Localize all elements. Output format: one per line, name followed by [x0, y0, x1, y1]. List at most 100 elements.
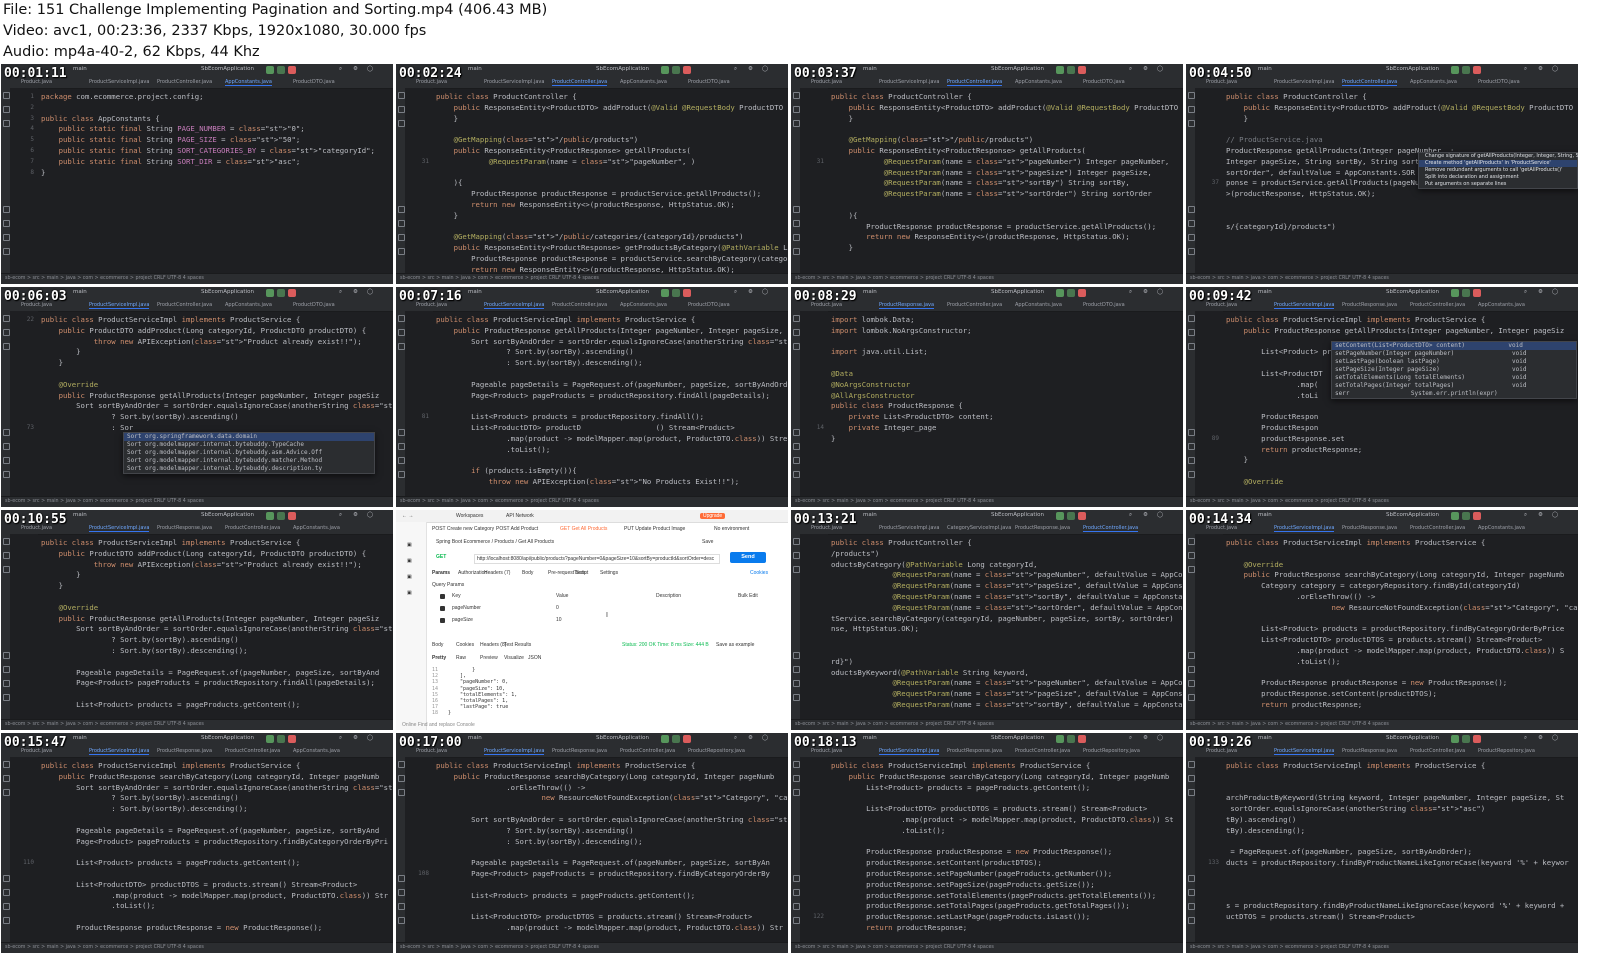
request-tab[interactable]: PUT Update Product Image: [624, 526, 685, 532]
settings-icon[interactable]: ⚙: [748, 289, 753, 295]
tool-window-icon[interactable]: [793, 666, 800, 673]
response-tab[interactable]: Body: [432, 642, 443, 648]
tool-window-icon[interactable]: [793, 775, 800, 782]
editor-tab[interactable]: ProductDTO.java: [293, 302, 335, 308]
account-icon[interactable]: ◯: [367, 512, 373, 518]
tool-window-icon[interactable]: [793, 552, 800, 559]
request-option-tab[interactable]: Tests: [574, 570, 586, 576]
editor-tab[interactable]: ProductServiceImpl.java: [89, 79, 149, 85]
editor-tab[interactable]: CategoryServiceImpl.java: [947, 525, 1011, 531]
tool-window-icon[interactable]: [1188, 538, 1195, 545]
account-icon[interactable]: ◯: [367, 735, 373, 741]
popup-item[interactable]: setLastPage(boolean lastPage) void: [1332, 358, 1576, 366]
popup-item[interactable]: Create method 'getAllProducts' in 'Produ…: [1419, 160, 1577, 167]
editor-tab[interactable]: ProductController.java: [620, 748, 675, 754]
sidebar-icon[interactable]: ▣: [407, 542, 412, 548]
completion-popup[interactable]: setContent(List<ProductDTO> content) voi…: [1331, 341, 1577, 399]
branch-name[interactable]: main: [468, 735, 482, 741]
editor-tab[interactable]: ProductServiceImpl.java: [89, 525, 150, 532]
run-icon[interactable]: [661, 735, 669, 743]
tool-window-icon[interactable]: [1188, 206, 1195, 213]
project-name[interactable]: SbEcomApplication: [201, 735, 254, 741]
tool-window-icon[interactable]: [793, 875, 800, 882]
project-name[interactable]: SbEcomApplication: [1386, 735, 1439, 741]
run-icon[interactable]: [1451, 512, 1459, 520]
tool-window-icon[interactable]: [3, 652, 10, 659]
tool-window-icon[interactable]: [1188, 329, 1195, 336]
editor-tab[interactable]: ProductServiceImpl.java: [879, 525, 939, 531]
project-name[interactable]: SbEcomApplication: [1386, 289, 1439, 295]
tool-window-icon[interactable]: [3, 120, 10, 127]
tool-window-icon[interactable]: [793, 917, 800, 924]
editor-tab[interactable]: ProductRepository.java: [688, 748, 745, 754]
editor-tab[interactable]: AppConstants.java: [620, 302, 667, 308]
editor-tab[interactable]: ProductController.java: [225, 525, 280, 531]
tool-window-icon[interactable]: [793, 92, 800, 99]
settings-icon[interactable]: ⚙: [353, 66, 358, 72]
editor-tab[interactable]: ProductServiceImpl.java: [879, 79, 939, 85]
stop-icon[interactable]: [1473, 66, 1481, 74]
project-name[interactable]: SbEcomApplication: [596, 735, 649, 741]
tool-window-icon[interactable]: [398, 889, 405, 896]
tool-window-icon[interactable]: [3, 471, 10, 478]
editor-tab[interactable]: ProductResponse.java: [1015, 525, 1070, 531]
code-editor[interactable]: public class ProductServiceImpl implemen…: [1226, 757, 1578, 943]
popup-item[interactable]: setTotalPages(Integer totalPages) void: [1332, 382, 1576, 390]
branch-name[interactable]: main: [1258, 512, 1272, 518]
account-icon[interactable]: ◯: [1552, 66, 1558, 72]
project-name[interactable]: SbEcomApplication: [1386, 512, 1439, 518]
stop-icon[interactable]: [288, 66, 296, 74]
tool-window-icon[interactable]: [793, 471, 800, 478]
editor-tab[interactable]: ProductResponse.java: [1342, 302, 1397, 308]
tool-window-icon[interactable]: [1188, 234, 1195, 241]
debug-icon[interactable]: [1462, 512, 1470, 520]
tool-window-icon[interactable]: [3, 92, 10, 99]
tool-window-icon[interactable]: [3, 443, 10, 450]
tool-window-icon[interactable]: [3, 552, 10, 559]
popup-item[interactable]: Sort org.modelmapper.internal.bytebuddy.…: [124, 449, 374, 457]
search-icon[interactable]: ⌕: [339, 735, 342, 742]
stop-icon[interactable]: [1078, 735, 1086, 743]
tool-window-icon[interactable]: [3, 694, 10, 701]
tool-window-icon[interactable]: [3, 903, 10, 910]
tool-window-icon[interactable]: [3, 315, 10, 322]
branch-name[interactable]: main: [863, 735, 877, 741]
account-icon[interactable]: ◯: [367, 289, 373, 295]
tool-window-icon[interactable]: [793, 889, 800, 896]
view-mode-tab[interactable]: Preview: [480, 655, 498, 661]
search-icon[interactable]: ⌕: [734, 66, 737, 73]
tool-window-icon[interactable]: [1188, 680, 1195, 687]
branch-name[interactable]: main: [1258, 66, 1272, 72]
account-icon[interactable]: ◯: [762, 289, 768, 295]
completion-popup[interactable]: Change signature of getAllProducts(Integ…: [1418, 152, 1578, 189]
branch-name[interactable]: main: [73, 66, 87, 72]
editor-tab[interactable]: AppConstants.java: [293, 525, 340, 531]
project-name[interactable]: SbEcomApplication: [201, 66, 254, 72]
request-option-tab[interactable]: Headers (7): [484, 570, 510, 576]
run-icon[interactable]: [1451, 735, 1459, 743]
request-tab[interactable]: GET Get All Products: [560, 526, 607, 532]
request-option-tab[interactable]: Params: [432, 570, 450, 576]
tool-window-icon[interactable]: [3, 220, 10, 227]
completion-popup[interactable]: Sort org.springframework.data.domain Sort…: [123, 432, 375, 474]
tool-window-icon[interactable]: [3, 538, 10, 545]
popup-item[interactable]: Split into declaration and assignment: [1419, 174, 1577, 181]
tool-window-icon[interactable]: [3, 775, 10, 782]
project-name[interactable]: SbEcomApplication: [596, 66, 649, 72]
editor-tab[interactable]: ProductController.java: [947, 302, 1002, 308]
tool-window-icon[interactable]: [1188, 875, 1195, 882]
tool-window-icon[interactable]: [793, 903, 800, 910]
debug-icon[interactable]: [277, 512, 285, 520]
tool-window-icon[interactable]: [398, 471, 405, 478]
tool-window-icon[interactable]: [793, 566, 800, 573]
run-icon[interactable]: [1056, 66, 1064, 74]
editor-tab[interactable]: AppConstants.java: [1015, 79, 1062, 85]
code-editor[interactable]: public class ProductServiceImpl implemen…: [436, 311, 788, 497]
tool-window-icon[interactable]: [793, 680, 800, 687]
run-icon[interactable]: [266, 66, 274, 74]
url-input[interactable]: http://localhost:8080/api/public/product…: [474, 554, 720, 564]
tool-window-icon[interactable]: [1188, 471, 1195, 478]
editor-tab[interactable]: ProductController.java: [552, 79, 608, 86]
popup-item[interactable]: setPageSize(Integer pageSize) void: [1332, 366, 1576, 374]
editor-tab[interactable]: AppConstants.java: [1410, 79, 1457, 85]
